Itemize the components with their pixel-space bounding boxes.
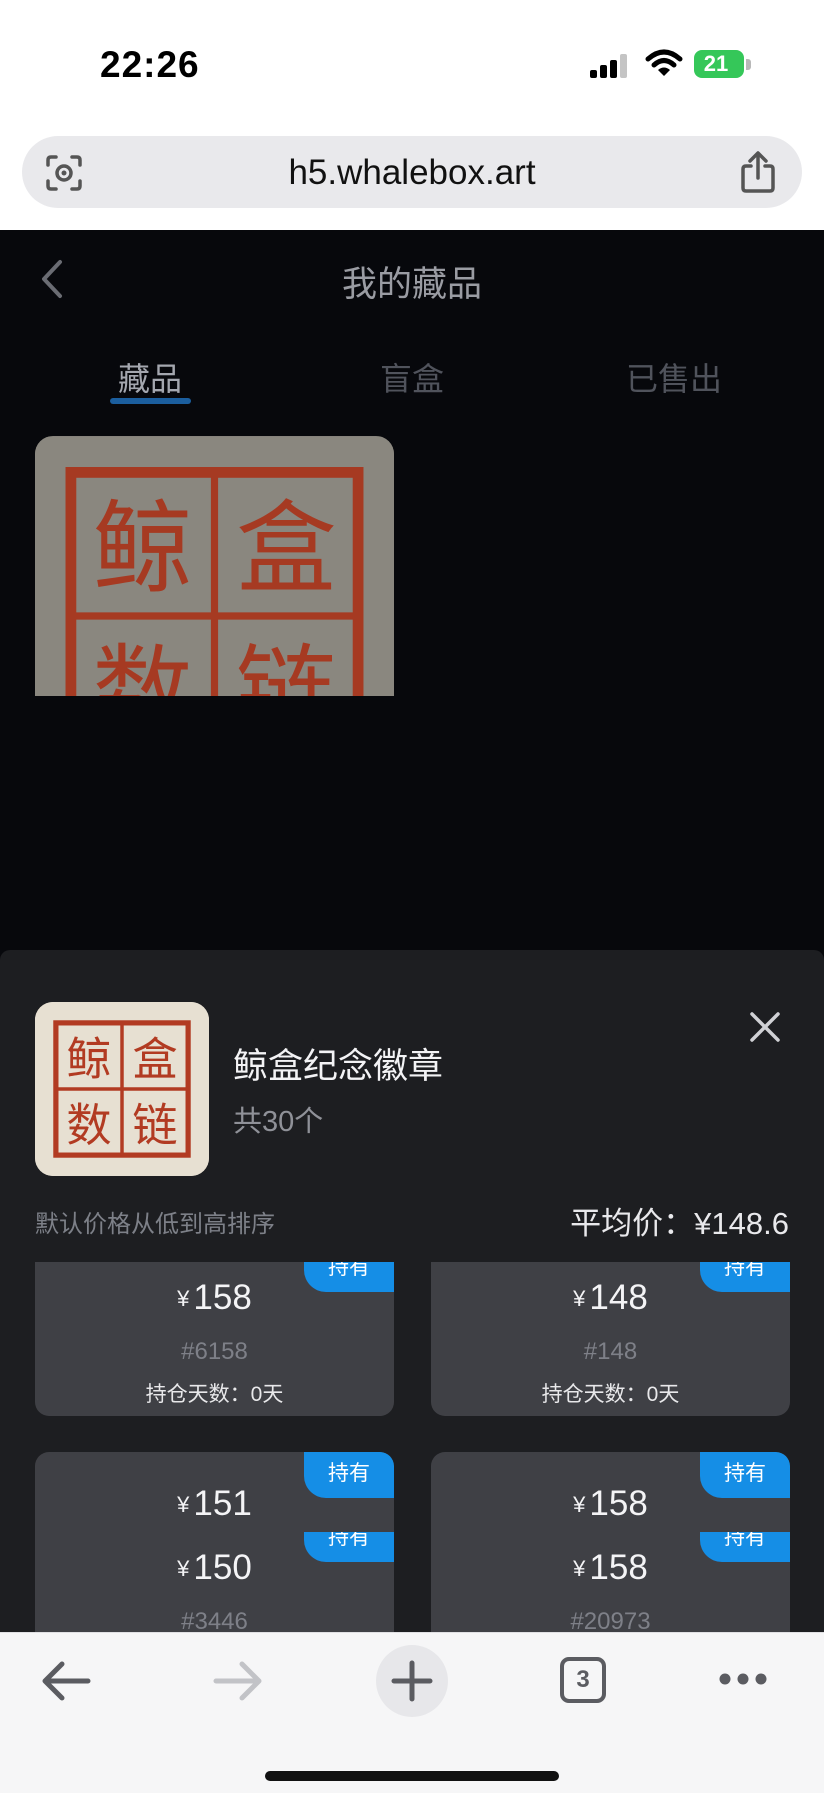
- item-serial: #20973: [570, 1608, 651, 1632]
- held-badge: 持有: [304, 1452, 394, 1498]
- tabs-count-button[interactable]: 3: [560, 1657, 606, 1703]
- badge-thumbnail: 鲸 盒 数 链: [35, 1002, 209, 1176]
- seal-artwork: 鲸 盒 数 链: [35, 436, 394, 696]
- held-badge: 持有: [700, 1452, 790, 1498]
- close-icon[interactable]: [746, 1008, 784, 1046]
- sort-note: 默认价格从低到高排序: [35, 1211, 275, 1238]
- browser-toolbar: 3: [0, 1632, 824, 1793]
- new-tab-button[interactable]: [376, 1645, 448, 1717]
- item-serial: #3446: [181, 1608, 248, 1632]
- detail-sheet: 鲸 盒 数 链 鲸盒纪念徽章 共30个 默认价格从低到高排序 平均价：¥148.…: [0, 950, 824, 1632]
- browser-forward-icon[interactable]: [212, 1659, 264, 1703]
- thumb-char-3: 数: [66, 1099, 111, 1152]
- seal-char-4: 链: [236, 634, 337, 696]
- held-badge: 持有: [700, 1262, 790, 1292]
- browser-back-icon[interactable]: [40, 1659, 92, 1703]
- battery-icon: 21: [694, 50, 754, 80]
- url-text[interactable]: h5.whalebox.art: [22, 153, 802, 193]
- tab-blind-box[interactable]: 盲盒: [322, 354, 502, 400]
- active-tab-indicator: [110, 398, 191, 404]
- wifi-icon: [645, 49, 683, 76]
- seal-char-3: 数: [92, 634, 193, 696]
- item-holding-days: 持仓天数：0天: [145, 1383, 284, 1406]
- battery-level: 21: [703, 51, 729, 76]
- cellular-signal-icon: [590, 54, 627, 78]
- page-title: 我的藏品: [341, 265, 482, 304]
- item-card[interactable]: ¥158 #27354 持仓天数：0天 持有: [431, 1452, 790, 1532]
- collection-card[interactable]: 鲸 盒 数 链: [35, 436, 394, 696]
- item-card[interactable]: ¥148 #148 持仓天数：0天 持有: [431, 1262, 790, 1416]
- share-icon[interactable]: [738, 150, 778, 194]
- item-card[interactable]: ¥150 #3446 持仓天数：0天 持有: [35, 1532, 394, 1632]
- tab-sold[interactable]: 已售出: [584, 354, 764, 400]
- held-badge: 持有: [700, 1532, 790, 1562]
- address-bar[interactable]: h5.whalebox.art: [22, 136, 802, 208]
- item-serial: #6158: [181, 1338, 248, 1365]
- seal-char-2: 盒: [236, 491, 337, 608]
- app-content: 我的藏品 藏品 盲盒 已售出 鲸 盒 数 链 鲸 盒 数 链 鲸盒纪念徽章 共3…: [0, 230, 824, 1632]
- held-badge: 持有: [304, 1262, 394, 1292]
- thumb-char-1: 鲸: [66, 1033, 111, 1086]
- item-serial: #148: [583, 1338, 638, 1365]
- items-grid[interactable]: ¥158 #6158 持仓天数：0天 持有 ¥148 #148 持仓天数：0天 …: [0, 1262, 824, 1532]
- status-bar: 22:26 21: [0, 0, 824, 128]
- seal-char-1: 鲸: [92, 491, 193, 608]
- badge-title: 鲸盒纪念徽章: [233, 1047, 444, 1086]
- average-price: 平均价：¥148.6: [570, 1206, 789, 1241]
- more-icon[interactable]: [718, 1671, 768, 1687]
- items-grid-row-3: ¥150 #3446 持仓天数：0天 持有 ¥158 #20973 持仓天数：0…: [0, 1532, 824, 1632]
- badge-count: 共30个: [233, 1106, 324, 1138]
- item-card[interactable]: ¥158 #20973 持仓天数：0天 持有: [431, 1532, 790, 1632]
- item-holding-days: 持仓天数：0天: [541, 1383, 680, 1406]
- item-card[interactable]: ¥151 #9425 持仓天数：0天 持有: [35, 1452, 394, 1532]
- plus-icon: [391, 1660, 433, 1702]
- thumb-char-4: 链: [132, 1099, 177, 1152]
- thumb-char-2: 盒: [132, 1033, 177, 1086]
- seal-artwork-thumb: 鲸 盒 数 链: [35, 1002, 209, 1176]
- tab-collections[interactable]: 藏品: [60, 354, 240, 400]
- home-indicator: [265, 1771, 559, 1781]
- held-badge: 持有: [304, 1532, 394, 1562]
- item-card[interactable]: ¥158 #6158 持仓天数：0天 持有: [35, 1262, 394, 1416]
- status-time: 22:26: [100, 44, 200, 85]
